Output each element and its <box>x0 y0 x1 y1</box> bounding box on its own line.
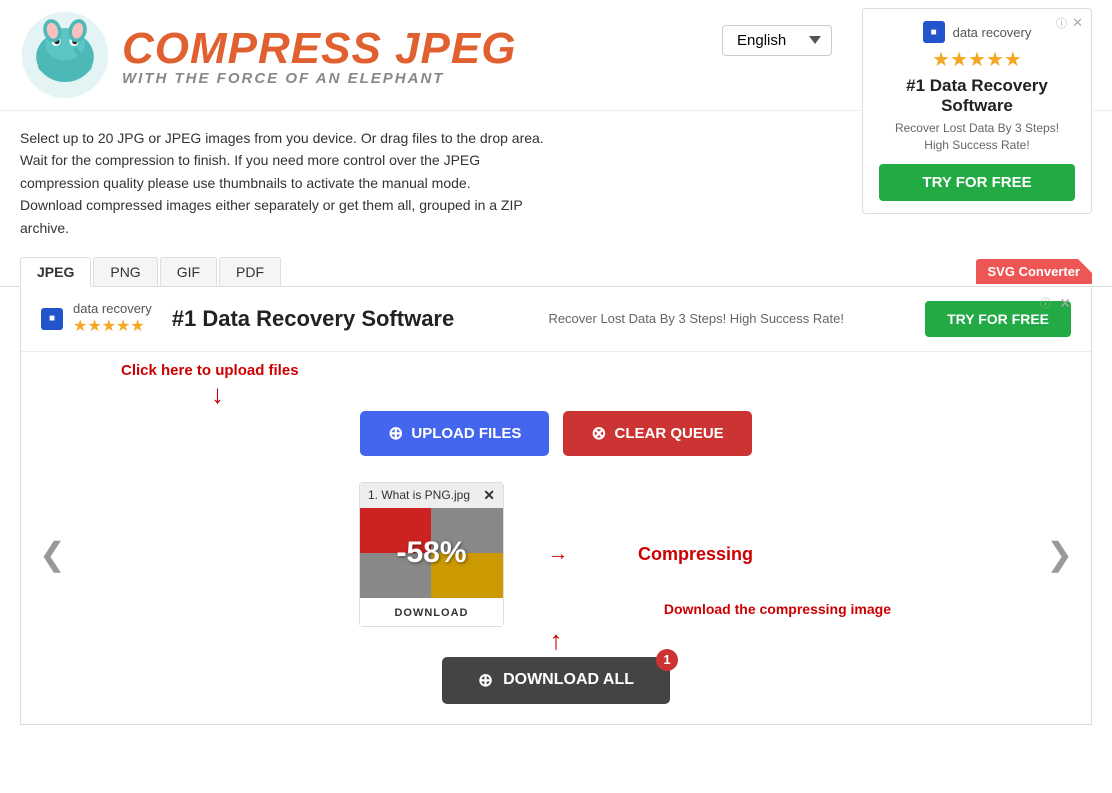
tab-pdf[interactable]: PDF <box>219 257 281 286</box>
description: Select up to 20 JPG or JPEG images from … <box>0 111 740 249</box>
ad-desc: Recover Lost Data By 3 Steps! High Succe… <box>879 120 1075 154</box>
language-select[interactable]: English Español Français Deutsch 中文 <box>722 25 832 56</box>
download-all-area: Download the compressing image ↑ ⊕ DOWNL… <box>21 647 1091 704</box>
files-scroll: 1. What is PNG.jpg ✕ -58% <box>74 482 1038 627</box>
compression-percent: -58% <box>396 536 466 570</box>
tabs-row: JPEG PNG GIF PDF SVG Converter <box>0 249 1112 287</box>
click-hint-label: Click here to upload files <box>121 362 299 379</box>
inner-ad-desc: Recover Lost Data By 3 Steps! High Succe… <box>548 311 905 326</box>
ad-stars: ★★★★★ <box>879 47 1075 72</box>
inner-ad-brand-name: data recovery <box>73 301 152 316</box>
tabs-left: JPEG PNG GIF PDF <box>20 257 283 286</box>
inner-ad-brand-icon: ■ <box>41 308 63 330</box>
inner-ad-stars: ★★★★★ <box>73 316 152 336</box>
svg-converter-button[interactable]: SVG Converter <box>976 259 1092 284</box>
logo-area: COMPRESS JPEG WITH THE FORCE OF AN ELEPH… <box>20 10 722 100</box>
clear-icon: ⊗ <box>591 423 606 444</box>
file-card-header: 1. What is PNG.jpg ✕ <box>360 483 503 508</box>
tab-png[interactable]: PNG <box>93 257 157 286</box>
file-card-preview: -58% <box>360 508 503 598</box>
nav-left-arrow[interactable]: ❮ <box>31 535 74 573</box>
inner-ad-title: #1 Data Recovery Software <box>172 306 529 332</box>
files-area: ❮ 1. What is PNG.jpg ✕ <box>21 482 1091 627</box>
tab-gif[interactable]: GIF <box>160 257 217 286</box>
file-card: 1. What is PNG.jpg ✕ -58% <box>359 482 504 627</box>
language-selector-wrap[interactable]: English Español Français Deutsch 中文 <box>722 25 832 56</box>
download-hint-label: Download the compressing image <box>664 601 891 617</box>
logo-text: COMPRESS JPEG WITH THE FORCE OF AN ELEPH… <box>122 24 516 87</box>
arrow-down-icon: ↓ <box>211 381 224 407</box>
logo-elephant-icon <box>20 10 110 100</box>
ad-try-button[interactable]: TRY FOR FREE <box>879 164 1075 201</box>
main-area: ⓘ ✕ ■ data recovery ★★★★★ #1 Data Recove… <box>20 287 1092 725</box>
logo-subtitle: WITH THE FORCE OF AN ELEPHANT <box>122 70 516 87</box>
ad-top-right: ⓘ ✕ ■ data recovery ★★★★★ #1 Data Recove… <box>862 8 1092 214</box>
logo-title: COMPRESS JPEG <box>122 24 516 74</box>
ad-brand-row: ■ data recovery <box>879 21 1075 43</box>
ad-brand-name: data recovery <box>953 25 1032 40</box>
compressing-label: Compressing <box>638 544 753 565</box>
tab-jpeg[interactable]: JPEG <box>20 257 91 287</box>
download-all-button[interactable]: ⊕ DOWNLOAD ALL 1 <box>442 657 670 704</box>
clear-queue-button[interactable]: ⊗ CLEAR QUEUE <box>563 411 751 456</box>
inner-ad-left: ■ data recovery ★★★★★ <box>41 301 152 336</box>
file-download-button[interactable]: DOWNLOAD <box>394 607 468 619</box>
download-all-badge: 1 <box>656 649 678 671</box>
upload-icon: ⊕ <box>388 423 403 444</box>
inner-ad-info-icon[interactable]: ⓘ <box>1040 295 1051 311</box>
inner-ad: ⓘ ✕ ■ data recovery ★★★★★ #1 Data Recove… <box>21 287 1091 352</box>
arrow-right-icon: → <box>548 543 568 566</box>
upload-section: Click here to upload files ↓ ⊕ UPLOAD FI… <box>21 352 1091 466</box>
ad-title: #1 Data Recovery Software <box>879 76 1075 116</box>
download-hint-arrow-icon: ↑ <box>550 625 563 656</box>
ad-info-icon[interactable]: ⓘ <box>1056 15 1067 31</box>
file-card-close-icon[interactable]: ✕ <box>483 487 495 504</box>
nav-right-arrow[interactable]: ❯ <box>1038 535 1081 573</box>
preview-overlay: -58% <box>360 508 503 598</box>
upload-files-button[interactable]: ⊕ UPLOAD FILES <box>360 411 549 456</box>
ad-close-icon[interactable]: ✕ <box>1072 15 1083 31</box>
ad-brand-icon: ■ <box>923 21 945 43</box>
file-name: 1. What is PNG.jpg <box>368 488 470 502</box>
inner-ad-close-icon[interactable]: ✕ <box>1059 295 1071 312</box>
download-all-icon: ⊕ <box>478 670 493 691</box>
btn-row: ⊕ UPLOAD FILES ⊗ CLEAR QUEUE <box>360 411 751 456</box>
file-card-footer: DOWNLOAD <box>360 598 503 626</box>
